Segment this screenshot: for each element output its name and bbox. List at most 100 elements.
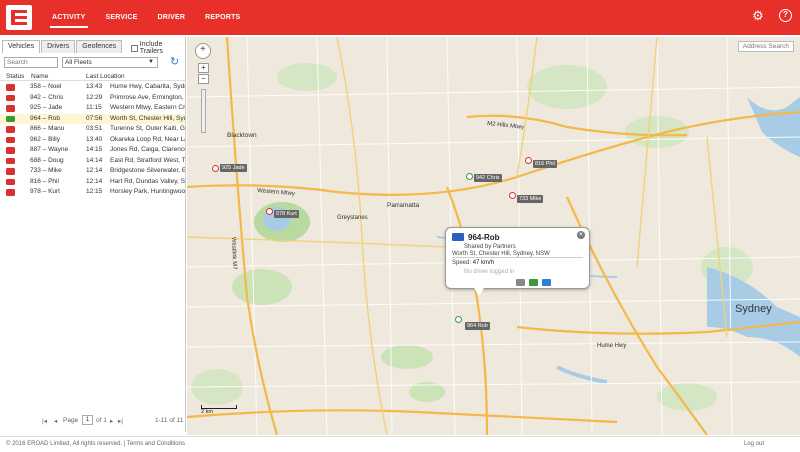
status-icon [6,178,15,185]
vehicle-name: 866 – Manu [30,125,65,132]
last-page-icon[interactable]: ▸| [118,417,123,425]
fleet-select[interactable]: All Fleets ▼ [62,57,158,68]
speed-label: Speed: [452,260,472,266]
pan-control[interactable] [195,43,211,59]
page-input[interactable]: 1 [82,415,93,425]
nav-reports[interactable]: REPORTS [195,0,250,35]
vehicle-name: 358 – Noel [30,83,62,90]
map-view[interactable]: Western Mtwy M2 Hills Mtwy Westlink M7 H… [187,37,800,435]
route-icon[interactable] [529,279,538,286]
vehicle-location: Turenne St, Outer Kaiti, Gis [110,125,185,132]
status-icon [6,84,15,91]
city-label: Sydney [735,303,772,315]
truck-icon [452,233,464,241]
logout-link[interactable]: Log out [744,441,764,447]
top-bar: ACTIVITY SERVICE DRIVER REPORTS ⚙ ? [0,0,800,35]
vehicle-name: 964 – Rob [30,114,60,122]
road-label: Western Mtwy [257,188,295,197]
vehicle-time: 12:15 [86,188,103,195]
vehicle-marker-label[interactable]: 942 Chris [474,174,502,182]
tab-vehicles[interactable]: Vehicles [2,40,41,53]
vehicle-table-header: Status Name Last Location [0,72,185,81]
vehicle-marker-label[interactable]: 978 Kurt [274,210,299,218]
first-page-icon[interactable]: |◂ [42,417,47,425]
include-trailers-toggle[interactable]: Include Trailers [131,41,185,55]
vehicle-row[interactable]: 816 – Phil 12:14 Hart Rd, Dundas Valley, S… [0,177,185,188]
vehicle-marker-label[interactable]: 964 Rob [465,322,490,330]
vehicle-name: 688 – Doug [30,156,64,164]
vehicle-marker[interactable] [509,192,516,199]
vehicle-popup: 964-Rob ✕ Shared by Partners Worth St, C… [445,227,590,296]
vehicle-time: 13:40 [86,135,103,143]
nav-activity[interactable]: ACTIVITY [42,0,96,35]
vehicle-time: 07:56 [86,114,103,122]
status-icon [6,94,15,101]
copyright-text[interactable]: © 2016 EROAD Limited, All rights reserve… [6,441,185,447]
column-status[interactable]: Status [6,73,24,80]
address-search-button[interactable]: Address Search [737,41,794,52]
refresh-icon[interactable]: ↻ [170,55,179,68]
vehicle-row[interactable]: 978 – Kurt 12:15 Horsley Park, Huntingwood [0,187,185,198]
zoom-to-icon[interactable] [516,279,525,286]
vehicle-marker[interactable] [455,316,462,323]
status-icon [6,126,15,133]
vehicle-time: 12:29 [86,93,103,101]
vehicle-row[interactable]: 962 – Billy 13:40 Okareka Loop Rd, Near La… [0,135,185,146]
next-page-icon[interactable]: ▸ [110,417,113,425]
prev-page-icon[interactable]: ◂ [54,417,57,425]
help-icon[interactable]: ? [779,9,792,22]
vehicle-row[interactable]: 964 – Rob 07:56 Worth St, Chester Hill, Sy… [0,113,185,124]
close-icon[interactable]: ✕ [577,231,585,239]
vehicle-search-input[interactable] [4,57,58,68]
vehicle-row[interactable]: 942 – Chris 12:29 Primrose Ave, Ermington,… [0,93,185,104]
status-icon [6,147,15,154]
footer: © 2016 EROAD Limited, All rights reserve… [0,436,800,452]
vehicle-row[interactable]: 688 – Doug 14:14 East Rd, Stratford West, … [0,156,185,167]
message-icon[interactable] [542,279,551,286]
vehicle-row[interactable]: 866 – Manu 03:51 Turenne St, Outer Kaiti, … [0,124,185,135]
tab-geofences[interactable]: Geofences [76,40,123,53]
vehicle-marker[interactable] [525,157,532,164]
vehicle-name: 942 – Chris [30,93,64,101]
vehicle-location: Hart Rd, Dundas Valley, Sy [110,177,185,185]
nav-service[interactable]: SERVICE [96,0,148,35]
vehicle-marker-label[interactable]: 925 Jade [220,164,247,172]
speed-value: 47 km/h [472,260,495,266]
gear-icon[interactable]: ⚙ [751,9,765,23]
vehicle-row[interactable]: 887 – Wayne 14:15 Jones Rd, Caiga, Clarenc… [0,145,185,156]
zoom-out-button[interactable]: − [198,74,209,84]
nav-driver[interactable]: DRIVER [148,0,196,35]
vehicle-location: East Rd, Stratford West, Ta [110,156,185,164]
vehicle-marker[interactable] [266,208,273,215]
status-icon [6,115,15,122]
vehicle-location: Jones Rd, Caiga, Clarence, [110,146,185,153]
vehicle-name: 978 – Kurt [30,188,60,195]
road-label: Westlink M7 [230,237,237,270]
suburb-label: Greystanes [337,215,368,221]
column-name[interactable]: Name [31,73,48,80]
vehicle-row[interactable]: 733 – Mike 12:14 Bridgestone Silverwater, … [0,166,185,177]
tab-drivers[interactable]: Drivers [41,40,76,53]
popup-speed: Speed: 47 km/h [452,260,494,266]
zoom-in-button[interactable]: + [198,63,209,73]
zoom-slider[interactable] [201,89,206,133]
vehicle-marker-label[interactable]: 733 Mike [517,195,544,203]
vehicle-time: 13:43 [86,83,103,90]
include-trailers-checkbox[interactable] [131,44,138,52]
vehicle-marker[interactable] [466,173,473,180]
scale-label: 2 km [201,409,213,415]
vehicle-marker[interactable] [212,165,219,172]
vehicle-location: Western Mtwy, Eastern Cre [110,104,185,111]
main-nav: ACTIVITY SERVICE DRIVER REPORTS [42,0,250,35]
vehicle-location: Bridgestone Silverwater, Er [110,167,185,174]
road-label: Hume Hwy [597,343,626,349]
vehicle-location: Horsley Park, Huntingwood [110,188,185,195]
page-label: Page [63,417,79,424]
eroad-logo[interactable] [6,5,32,30]
vehicle-row[interactable]: 358 – Noel 13:43 Hume Hwy, Cabarita, Sydne… [0,82,185,93]
vehicle-marker-label[interactable]: 816 Phil [533,160,557,168]
column-last-location[interactable]: Last Location [86,73,125,80]
vehicle-time: 12:14 [86,167,103,174]
vehicle-location: Okareka Loop Rd, Near Lak [110,135,185,143]
vehicle-row[interactable]: 925 – Jade 11:15 Western Mtwy, Eastern Cre [0,103,185,114]
